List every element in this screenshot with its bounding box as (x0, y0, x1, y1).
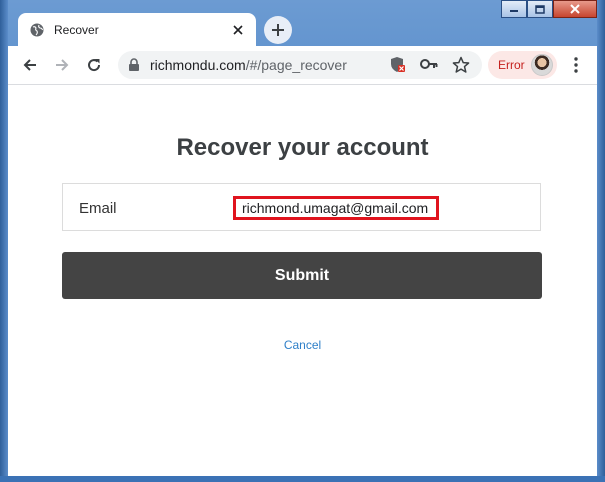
address-bar[interactable]: richmondu.com/#/page_recover (118, 51, 482, 79)
key-icon[interactable] (420, 57, 438, 71)
tab-close-button[interactable] (228, 20, 248, 40)
shield-icon[interactable] (390, 56, 406, 74)
close-icon (570, 4, 580, 14)
window-frame-left (0, 0, 8, 482)
url-host: richmondu.com (150, 57, 246, 73)
browser-menu-button[interactable] (568, 53, 584, 77)
star-icon[interactable] (452, 56, 470, 74)
profile-error-label: Error (498, 58, 525, 72)
close-icon (233, 24, 243, 35)
cancel-link[interactable]: Cancel (8, 338, 597, 352)
email-form-row: Email (62, 183, 541, 231)
plus-icon (272, 24, 284, 36)
email-field[interactable] (233, 196, 439, 220)
window-controls (501, 0, 597, 18)
submit-button[interactable]: Submit (62, 252, 542, 299)
browser-toolbar: richmondu.com/#/page_recover Error (8, 46, 597, 85)
reload-button[interactable] (82, 53, 106, 77)
forward-button[interactable] (50, 53, 74, 77)
avatar (531, 54, 553, 76)
kebab-menu-icon (574, 57, 578, 73)
page-content: Recover your account Email Submit Cancel (8, 85, 597, 476)
arrow-right-icon (56, 59, 69, 71)
reload-icon (88, 59, 101, 72)
url-text: richmondu.com/#/page_recover (150, 57, 347, 73)
new-tab-button[interactable] (264, 16, 292, 44)
globe-icon (30, 23, 44, 36)
maximize-button[interactable] (527, 0, 553, 18)
back-button[interactable] (18, 53, 42, 77)
profile-error-chip[interactable]: Error (488, 51, 557, 79)
url-path: /#/page_recover (245, 57, 347, 73)
window-frame-bottom (0, 476, 605, 482)
minimize-icon (510, 10, 518, 12)
tab-title: Recover (54, 22, 99, 37)
window-frame-right (597, 0, 605, 482)
page-title: Recover your account (176, 134, 429, 161)
maximize-icon (535, 4, 545, 14)
arrow-left-icon (23, 59, 36, 71)
minimize-button[interactable] (501, 0, 527, 18)
email-label: Email (79, 200, 117, 217)
window-close-button[interactable] (553, 0, 597, 18)
browser-window: Recover richmondu.com/#/page_recover Err… (0, 0, 605, 482)
lock-icon (129, 58, 139, 71)
tab-recover[interactable]: Recover (18, 13, 256, 46)
